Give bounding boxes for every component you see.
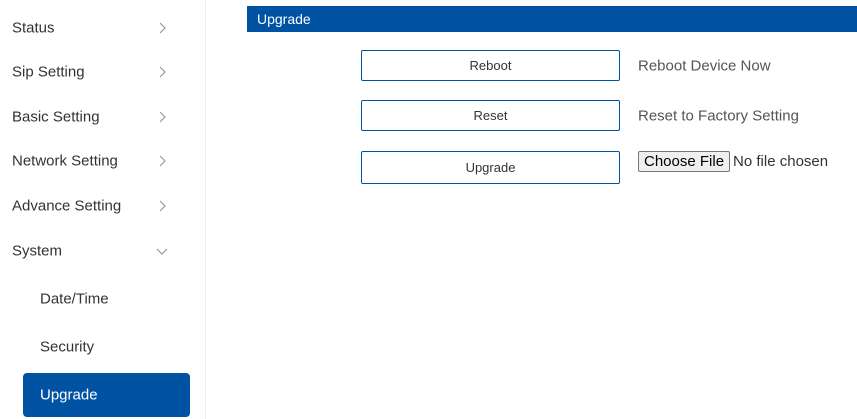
sidebar-item-advance-setting[interactable]: Advance Setting — [0, 186, 205, 226]
sidebar-item-label: Network Setting — [12, 152, 118, 170]
chevron-right-icon — [156, 66, 168, 78]
sidebar-subitem-upgrade[interactable]: Upgrade — [23, 373, 190, 417]
chevron-right-icon — [156, 111, 168, 123]
sidebar-subitem-date-time[interactable]: Date/Time — [23, 277, 190, 321]
sidebar-item-network-setting[interactable]: Network Setting — [0, 141, 205, 181]
file-status-text: No file chosen — [733, 153, 829, 170]
sidebar-item-label: Sip Setting — [12, 63, 85, 81]
upgrade-button[interactable]: Upgrade — [361, 151, 620, 184]
reboot-description: Reboot Device Now — [638, 57, 771, 75]
sidebar-subitem-label: Security — [40, 338, 95, 356]
file-chooser: Choose File No file chosen — [638, 151, 828, 173]
sidebar-item-label: Advance Setting — [12, 197, 122, 215]
sidebar-item-basic-setting[interactable]: Basic Setting — [0, 97, 205, 137]
sidebar-item-label: System — [12, 242, 63, 260]
section-title: Upgrade — [257, 11, 311, 27]
sidebar-item-label: Basic Setting — [12, 108, 100, 126]
sidebar: Status Sip Setting Basic Setting Network… — [0, 0, 206, 419]
sidebar-item-label: Status — [12, 19, 55, 37]
chevron-right-icon — [156, 200, 168, 212]
sidebar-subitem-label: Date/Time — [40, 290, 109, 308]
sidebar-item-sip-setting[interactable]: Sip Setting — [0, 52, 205, 92]
choose-file-button[interactable]: Choose File — [638, 151, 731, 172]
chevron-right-icon — [156, 155, 168, 167]
section-header: Upgrade — [247, 6, 857, 32]
sidebar-subitem-security[interactable]: Security — [23, 325, 190, 369]
sidebar-item-system[interactable]: System — [0, 231, 205, 271]
sidebar-subitem-label: Upgrade — [40, 386, 98, 404]
reset-button[interactable]: Reset — [361, 100, 620, 131]
sidebar-item-status[interactable]: Status — [0, 8, 205, 48]
reboot-button[interactable]: Reboot — [361, 50, 620, 81]
chevron-down-icon — [156, 245, 168, 257]
app-window: Status Sip Setting Basic Setting Network… — [0, 0, 857, 419]
chevron-right-icon — [156, 22, 168, 34]
reset-description: Reset to Factory Setting — [638, 107, 799, 125]
